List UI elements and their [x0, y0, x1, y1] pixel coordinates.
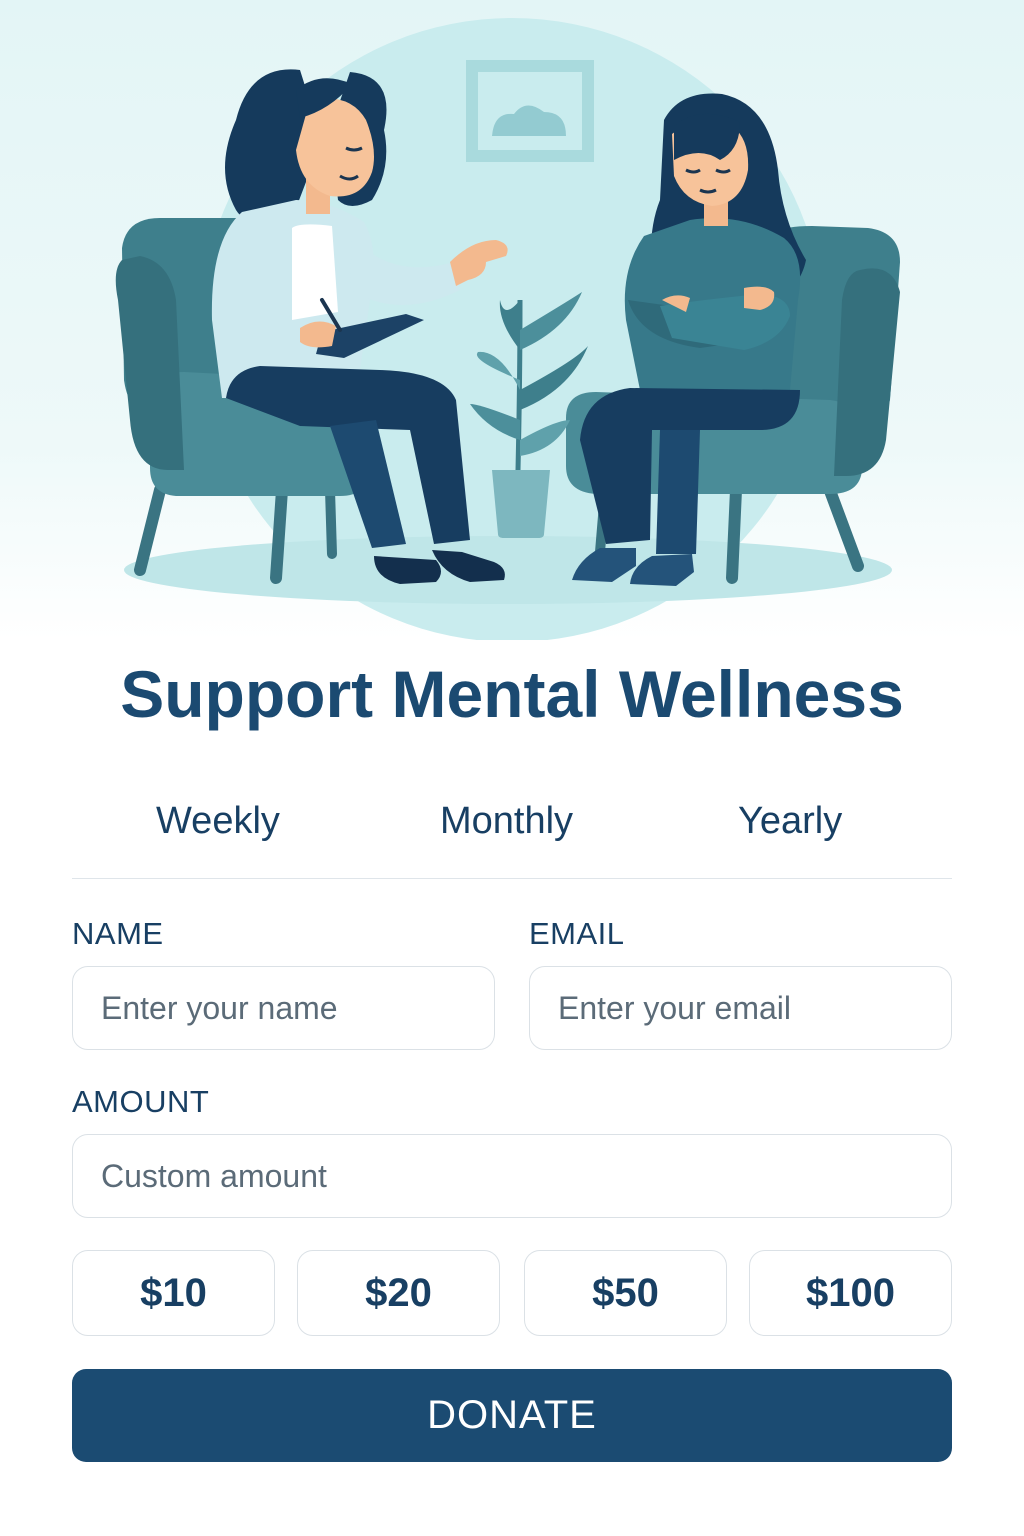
- wall-frame-icon: [466, 60, 594, 162]
- preset-20-button[interactable]: $20: [297, 1250, 500, 1336]
- hero-illustration: [0, 0, 1024, 640]
- amount-label: AMOUNT: [72, 1084, 210, 1119]
- custom-amount-input[interactable]: [72, 1134, 952, 1218]
- donate-button[interactable]: DONATE: [72, 1369, 952, 1462]
- frequency-tabs: Weekly Monthly Yearly: [72, 792, 952, 879]
- page-title: Support Mental Wellness: [120, 657, 904, 731]
- name-input[interactable]: [72, 966, 495, 1050]
- preset-10-button[interactable]: $10: [72, 1250, 275, 1336]
- therapy-session-illustration: [115, 18, 900, 640]
- preset-50-button[interactable]: $50: [524, 1250, 727, 1336]
- floor-shadow: [124, 536, 892, 604]
- tab-monthly[interactable]: Monthly: [440, 798, 573, 844]
- preset-100-button[interactable]: $100: [749, 1250, 952, 1336]
- tab-yearly[interactable]: Yearly: [738, 798, 842, 844]
- email-input[interactable]: [529, 966, 952, 1050]
- name-label: NAME: [72, 916, 164, 951]
- email-label: EMAIL: [529, 916, 625, 951]
- tab-weekly[interactable]: Weekly: [156, 798, 280, 844]
